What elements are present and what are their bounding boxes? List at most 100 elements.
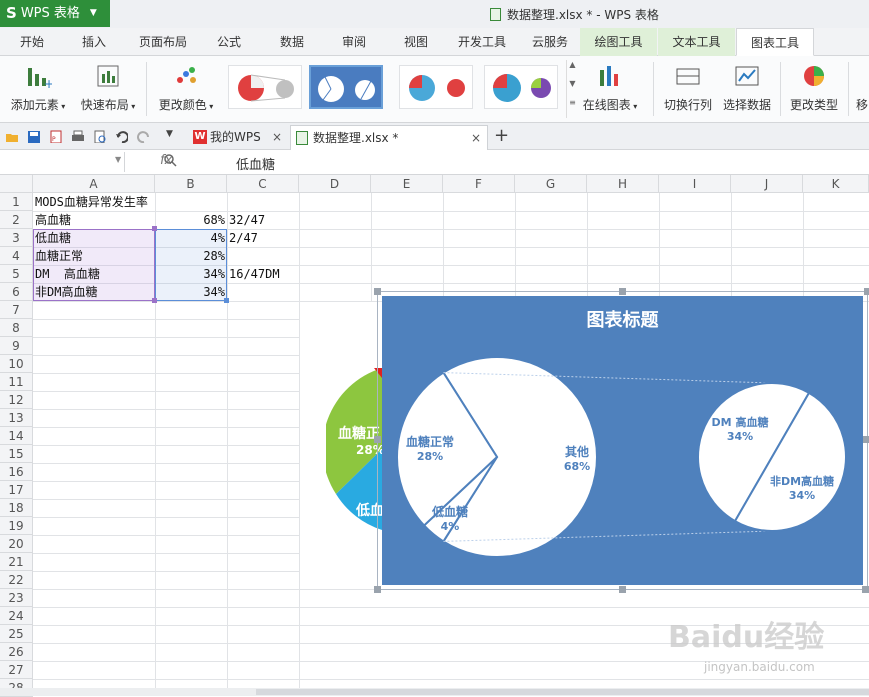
print-preview-icon[interactable] — [93, 130, 106, 143]
row-header[interactable]: 17 — [0, 481, 33, 499]
row-header[interactable]: 24 — [0, 607, 33, 625]
gallery-scroll[interactable]: ▲ ▼ ≡ — [566, 60, 578, 118]
switch-row-column-button[interactable]: 切换行列 — [660, 62, 716, 113]
online-chart-button[interactable]: 在线图表 ▾ — [582, 62, 638, 113]
tab-data[interactable]: 数据 — [270, 28, 314, 56]
column-header-g[interactable]: G — [515, 175, 587, 193]
cell-a3[interactable]: 低血糖 — [33, 229, 73, 247]
tab-drawing-tools[interactable]: 绘图工具 — [580, 28, 657, 56]
row-header[interactable]: 15 — [0, 445, 33, 463]
chart-plot-area[interactable]: 血糖正常28%低血糖4%其他68%DM 高血糖34%非DM高血糖34% — [382, 296, 863, 585]
close-icon[interactable]: × — [471, 126, 481, 150]
redo-icon[interactable] — [137, 130, 150, 143]
cell-a2[interactable]: 高血糖 — [33, 211, 73, 229]
quick-layout-button[interactable]: 快速布局 ▾ — [76, 62, 140, 113]
row-header[interactable]: 9 — [0, 337, 33, 355]
chart-style-2-selected[interactable] — [309, 65, 383, 109]
scrollbar-thumb[interactable] — [256, 689, 869, 695]
tab-chart-tools[interactable]: 图表工具 — [736, 28, 814, 56]
column-header-e[interactable]: E — [371, 175, 443, 193]
chart-style-4[interactable] — [484, 65, 558, 109]
row-header[interactable]: 4 — [0, 247, 33, 265]
row-header[interactable]: 27 — [0, 661, 33, 679]
row-header[interactable]: 16 — [0, 463, 33, 481]
resize-handle-nw[interactable] — [374, 288, 381, 295]
row-header[interactable]: 1 — [0, 193, 33, 211]
cell-c3[interactable]: 2/47 — [227, 229, 260, 247]
tab-home[interactable]: 开始 — [10, 28, 54, 56]
row-header[interactable]: 25 — [0, 625, 33, 643]
row-header[interactable]: 20 — [0, 535, 33, 553]
resize-handle-e[interactable] — [862, 436, 869, 443]
row-header[interactable]: 13 — [0, 409, 33, 427]
tab-insert[interactable]: 插入 — [72, 28, 116, 56]
cell-b3[interactable]: 4% — [155, 229, 227, 247]
row-header[interactable]: 18 — [0, 499, 33, 517]
tab-developer[interactable]: 开发工具 — [452, 28, 512, 56]
range-handle[interactable] — [224, 298, 229, 303]
cell-a4[interactable]: 血糖正常 — [33, 247, 85, 265]
cell-b4[interactable]: 28% — [155, 247, 227, 265]
tab-text-tools[interactable]: 文本工具 — [658, 28, 735, 56]
chart-style-1[interactable] — [228, 65, 302, 109]
column-header-c[interactable]: C — [227, 175, 299, 193]
range-handle[interactable] — [152, 298, 157, 303]
column-header-d[interactable]: D — [299, 175, 371, 193]
row-header[interactable]: 8 — [0, 319, 33, 337]
horizontal-scrollbar[interactable] — [0, 688, 869, 696]
cell-b6[interactable]: 34% — [155, 283, 227, 301]
tab-cloud[interactable]: 云服务 — [522, 28, 578, 56]
row-header[interactable]: 26 — [0, 643, 33, 661]
cell-c5[interactable]: 16/47DM — [227, 265, 282, 283]
resize-handle-w[interactable] — [374, 436, 381, 443]
row-header[interactable]: 3 — [0, 229, 33, 247]
gallery-up-icon[interactable]: ▲ — [567, 60, 578, 69]
range-handle[interactable] — [152, 226, 157, 231]
row-header[interactable]: 14 — [0, 427, 33, 445]
gallery-down-icon[interactable]: ▼ — [567, 79, 578, 88]
row-header[interactable]: 5 — [0, 265, 33, 283]
chevron-down-icon[interactable]: ▼ — [115, 155, 121, 164]
cell-b2[interactable]: 68% — [155, 211, 227, 229]
chart-style-3[interactable] — [399, 65, 473, 109]
row-header[interactable]: 6 — [0, 283, 33, 301]
gallery-more-icon[interactable]: ≡ — [567, 98, 578, 107]
cell-a5[interactable]: DM 高血糖 — [33, 265, 102, 283]
name-box[interactable]: ▼ — [0, 152, 125, 172]
tab-review[interactable]: 审阅 — [332, 28, 376, 56]
resize-handle-n[interactable] — [619, 288, 626, 295]
column-header-h[interactable]: H — [587, 175, 659, 193]
resize-handle-se[interactable] — [862, 586, 869, 593]
pie-of-pie-chart[interactable]: 图表标题 血糖正常 28% 低血糖 4% 其他 68% DM 高血糖 34% 非DM高血糖 34% — [382, 296, 863, 585]
row-header[interactable]: 22 — [0, 571, 33, 589]
column-header-i[interactable]: I — [659, 175, 731, 193]
resize-handle-s[interactable] — [619, 586, 626, 593]
column-header-j[interactable]: J — [731, 175, 803, 193]
cell-b5[interactable]: 34% — [155, 265, 227, 283]
tab-view[interactable]: 视图 — [394, 28, 438, 56]
close-icon[interactable]: × — [272, 125, 282, 149]
save-icon[interactable] — [27, 130, 40, 143]
print-icon[interactable] — [71, 130, 84, 143]
cell-a6[interactable]: 非DM高血糖 — [33, 283, 99, 301]
row-header[interactable]: 23 — [0, 589, 33, 607]
row-header[interactable]: 10 — [0, 355, 33, 373]
tab-formulas[interactable]: 公式 — [207, 28, 251, 56]
row-header[interactable]: 11 — [0, 373, 33, 391]
column-header-f[interactable]: F — [443, 175, 515, 193]
row-header[interactable]: 21 — [0, 553, 33, 571]
column-header-b[interactable]: B — [155, 175, 227, 193]
row-header[interactable]: 12 — [0, 391, 33, 409]
row-header[interactable]: 2 — [0, 211, 33, 229]
tab-my-wps[interactable]: W 我的WPS × — [188, 125, 288, 150]
open-folder-icon[interactable] — [5, 130, 18, 143]
new-tab-plus-icon[interactable]: + — [494, 125, 509, 146]
add-element-button[interactable]: + 添加元素 ▾ — [6, 62, 70, 113]
row-header[interactable]: 7 — [0, 301, 33, 319]
change-color-button[interactable]: 更改颜色 ▾ — [154, 62, 218, 113]
cell-c2[interactable]: 32/47 — [227, 211, 267, 229]
export-pdf-icon[interactable]: P — [49, 130, 62, 143]
function-wizard-button[interactable]: fx — [160, 153, 172, 168]
tab-data-file[interactable]: 数据整理.xlsx * × — [290, 125, 488, 150]
column-header-k[interactable]: K — [803, 175, 869, 193]
